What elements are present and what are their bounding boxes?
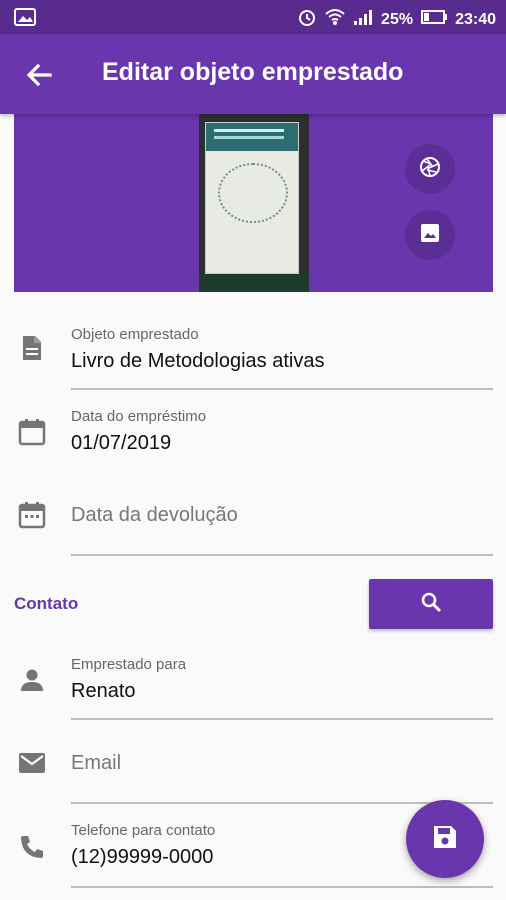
- telefone-label: Telefone para contato: [71, 822, 216, 839]
- save-button[interactable]: [406, 800, 484, 878]
- phone-icon: [17, 832, 47, 862]
- gallery-button[interactable]: [405, 210, 455, 260]
- email-icon: [17, 748, 47, 778]
- camera-button[interactable]: [405, 144, 455, 194]
- signal-icon: [353, 8, 373, 31]
- data-emprestimo-field[interactable]: Data do empréstimo 01/07/2019: [0, 392, 506, 476]
- status-bar: 25% 23:40: [0, 0, 506, 34]
- emprestado-para-label: Emprestado para: [71, 656, 187, 673]
- email-placeholder[interactable]: Email: [71, 752, 121, 775]
- telefone-underline: [71, 886, 493, 888]
- app-bar: Editar objeto emprestado: [0, 34, 506, 114]
- data-devolucao-placeholder[interactable]: Data da devolução: [71, 504, 238, 527]
- data-emprestimo-label: Data do empréstimo: [71, 408, 207, 425]
- objeto-label: Objeto emprestado: [71, 326, 199, 343]
- person-icon: [17, 665, 47, 695]
- data-devolucao-field[interactable]: Data da devolução: [0, 476, 506, 560]
- photo-header: [14, 114, 493, 292]
- objeto-field[interactable]: Objeto emprestado Livro de Metodologias …: [0, 300, 506, 392]
- alarm-icon: [297, 7, 317, 32]
- objeto-underline: [71, 388, 493, 390]
- clock: 23:40: [455, 10, 496, 28]
- document-icon: [17, 333, 47, 363]
- page-title: Editar objeto emprestado: [102, 58, 404, 86]
- objeto-value[interactable]: Livro de Metodologias ativas: [71, 350, 324, 373]
- arrow-back-icon[interactable]: [24, 60, 54, 90]
- calendar-icon: [17, 500, 47, 530]
- save-icon: [430, 822, 460, 857]
- telefone-value[interactable]: (12)99999-0000: [71, 846, 213, 869]
- email-field[interactable]: Email: [0, 724, 506, 808]
- image-notification-icon: [14, 8, 36, 31]
- search-contact-button[interactable]: [369, 579, 493, 629]
- emprestado-para-value[interactable]: Renato: [71, 680, 136, 703]
- battery-icon: [421, 9, 448, 30]
- object-photo[interactable]: [199, 114, 309, 292]
- data-devolucao-underline: [71, 554, 493, 556]
- wifi-icon: [325, 8, 345, 31]
- emprestado-para-underline: [71, 718, 493, 720]
- image-icon: [418, 221, 442, 250]
- emprestado-para-field[interactable]: Emprestado para Renato: [0, 640, 506, 724]
- book-image: [205, 122, 299, 274]
- calendar-icon: [17, 417, 47, 447]
- camera-aperture-icon: [418, 155, 442, 184]
- contato-heading: Contato: [14, 594, 79, 613]
- data-emprestimo-value[interactable]: 01/07/2019: [71, 432, 171, 455]
- battery-level: 25%: [381, 10, 414, 28]
- search-icon: [419, 590, 443, 619]
